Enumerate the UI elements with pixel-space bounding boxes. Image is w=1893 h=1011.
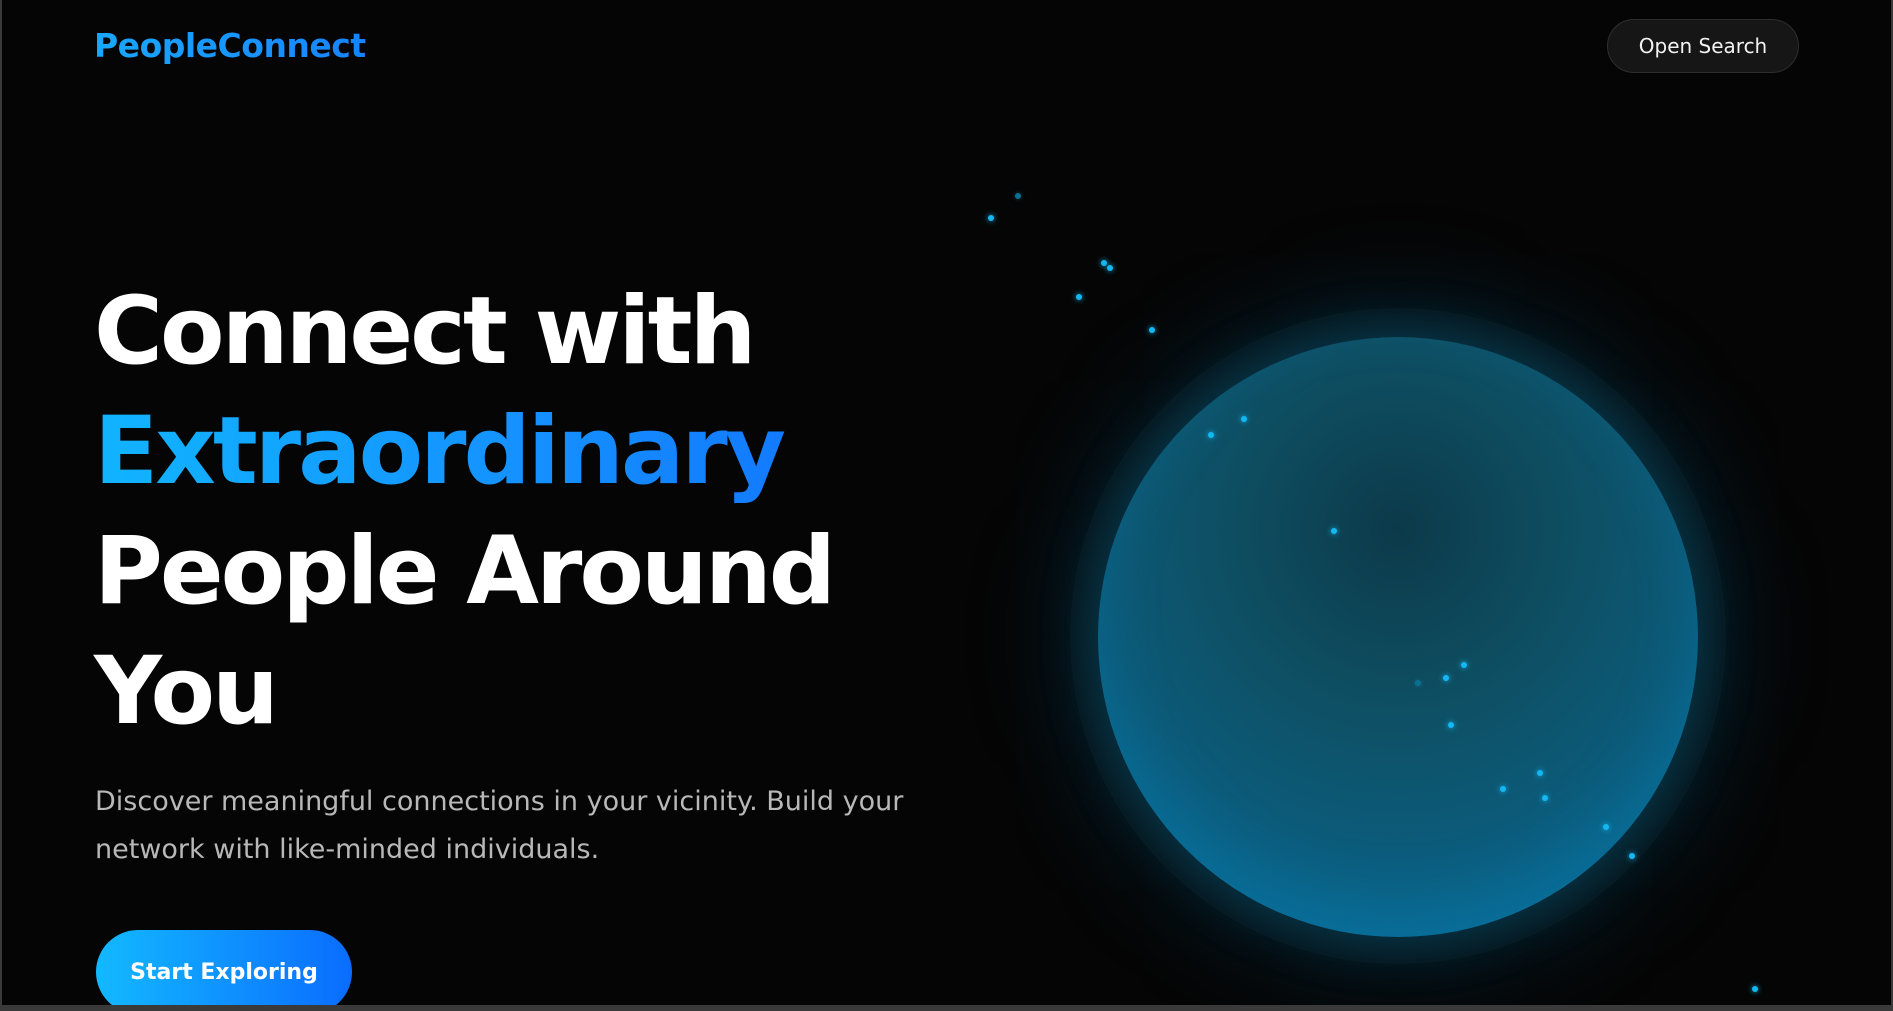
logo[interactable]: PeopleConnect <box>94 26 366 65</box>
particle-dot <box>1107 265 1113 271</box>
headline-line-4: You <box>94 637 279 746</box>
headline-line-3: People Around <box>94 517 836 626</box>
particle-dot <box>1101 260 1107 266</box>
open-search-button[interactable]: Open Search <box>1607 19 1799 73</box>
particle-dot <box>1752 986 1758 992</box>
start-exploring-button[interactable]: Start Exploring <box>96 930 352 1005</box>
particle-dot <box>988 215 994 221</box>
landing-page: PeopleConnect Open Search Connect with E… <box>0 0 1893 1011</box>
globe-illustration <box>1098 337 1698 937</box>
hero-headline: Connect with Extraordinary People Around… <box>94 272 836 752</box>
headline-line-1: Connect with <box>94 277 756 386</box>
hero-subtext: Discover meaningful connections in your … <box>95 786 904 865</box>
particle-dot <box>1015 193 1021 199</box>
headline-accent: Extraordinary <box>94 392 833 512</box>
particle-dot <box>1149 327 1155 333</box>
particle-dot <box>1076 294 1082 300</box>
